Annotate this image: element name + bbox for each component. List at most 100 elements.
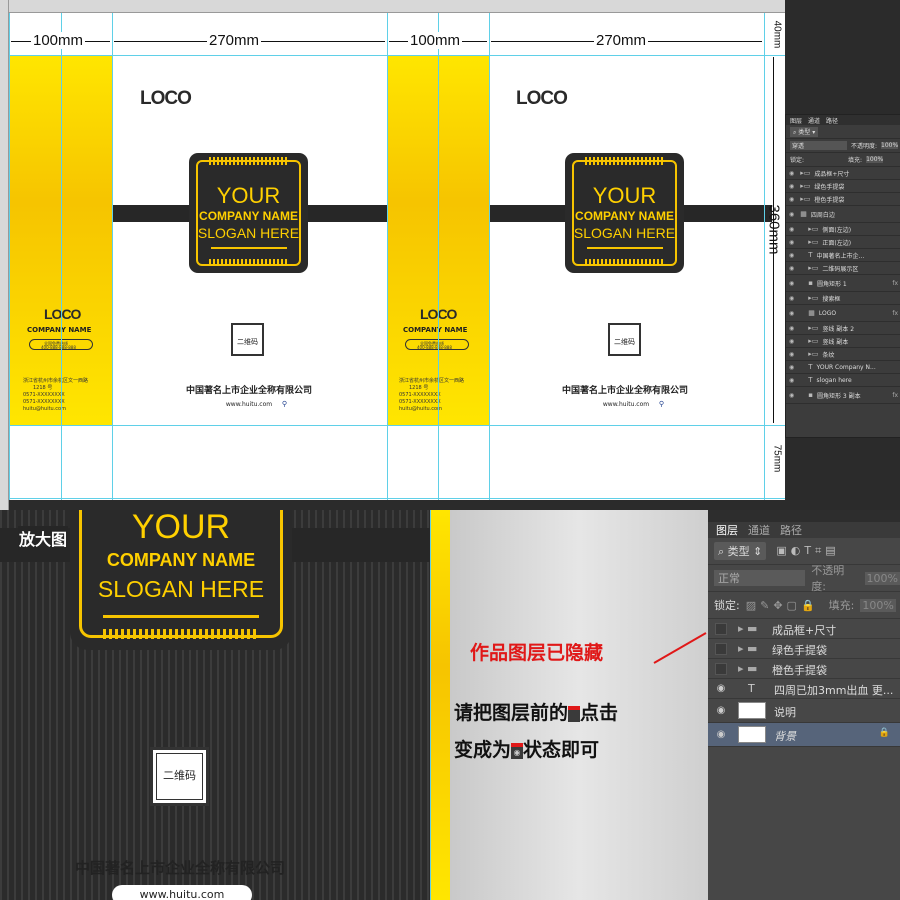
tab-channels[interactable]: 通道 — [808, 116, 820, 125]
big-fill-input[interactable]: 100% — [860, 598, 896, 612]
small-layer-row[interactable]: ◉ ▸▭ 成品框+尺寸 — [786, 167, 900, 180]
big-blend-select[interactable]: 正常 — [714, 570, 806, 586]
big-layer-row[interactable]: ▸ ▬ 橙色手提袋 — [708, 659, 900, 679]
lock-icon: 🔒 — [878, 728, 890, 738]
visibility-eye-icon[interactable]: ◉ — [789, 196, 794, 203]
visibility-eye-icon[interactable]: ◉ — [789, 280, 794, 287]
visibility-eye-icon[interactable]: ◉ — [789, 338, 794, 345]
back-company-name: 中国著名上市企业全称有限公司 — [561, 386, 688, 396]
visibility-eye-icon[interactable]: ◉ — [789, 325, 794, 332]
small-layer-row[interactable]: ◉ ▸▭ 正面(左边) — [786, 236, 900, 249]
small-layer-row[interactable]: ◉ T 中国著名上市企... — [786, 249, 900, 262]
hidden-visibility-box[interactable] — [715, 663, 727, 675]
eye-icon[interactable]: ◉ — [715, 705, 727, 717]
shape-icon: ▪ — [808, 391, 813, 399]
dim-bottom-fold: 75mm — [771, 444, 783, 473]
guide-line — [489, 13, 490, 500]
big-opacity-input[interactable]: 100% — [864, 571, 900, 585]
small-panel-tabs: 图层 通道 路径 — [786, 115, 900, 125]
fx-badge[interactable]: fx — [892, 280, 898, 287]
big-layer-row[interactable]: ▸ ▬ 绿色手提袋 — [708, 639, 900, 659]
layer-name: 搜索框 — [822, 295, 841, 303]
tab-channels[interactable]: 通道 — [748, 522, 770, 538]
front-url-bar: www.huitu.com ⚲ — [208, 399, 290, 410]
small-opacity-input[interactable]: 100% — [881, 142, 899, 149]
filter-icons[interactable]: ▣◐T⌗▤ — [776, 544, 839, 558]
tab-paths[interactable]: 路径 — [826, 116, 838, 125]
visibility-eye-icon[interactable]: ◉ — [789, 211, 794, 218]
small-fill-input[interactable]: 100% — [866, 156, 884, 163]
small-layer-row[interactable]: ◉ ▸▭ 竖线 副本 — [786, 335, 900, 348]
small-layer-row[interactable]: ◉ ▸▭ 竖线 副本 2 — [786, 322, 900, 335]
fx-badge[interactable]: fx — [892, 310, 898, 317]
visibility-eye-icon[interactable]: ◉ — [789, 265, 794, 272]
zoom-side-strip — [430, 510, 450, 900]
small-layer-row[interactable]: ◉ ▸▭ 橙色手提袋 — [786, 193, 900, 206]
note-area: 作品图层已隐藏 请把图层前的 点击 变成为 ◉ 状态即可 — [450, 510, 708, 900]
back-badge: YOUR COMPANY NAME SLOGAN HERE — [565, 153, 684, 273]
small-layer-row[interactable]: ◉ ▸▭ 侧面(左边) — [786, 223, 900, 236]
guide-line — [9, 425, 785, 426]
layer-name: 橙色手提袋 — [814, 196, 845, 204]
visibility-eye-icon[interactable]: ◉ — [789, 392, 794, 399]
small-layer-row[interactable]: ◉ T YOUR Company N... — [786, 361, 900, 374]
front-badge-line2: COMPANY NAME — [199, 209, 298, 223]
big-layer-row[interactable]: ◉ T 四周已加3mm出血 更... — [708, 679, 900, 699]
big-layer-row[interactable]: ◉ 说明 — [708, 699, 900, 723]
guide-line — [9, 498, 785, 499]
small-layer-row[interactable]: ◉ ▦ LOGO fx — [786, 305, 900, 322]
document-canvas[interactable]: LOCO YOUR COMPANY NAME SLOGAN HERE 二维码 中… — [9, 13, 785, 500]
small-layer-row[interactable]: ◉ ▪ 圆角矩形 1 fx — [786, 275, 900, 292]
big-layer-row[interactable]: ◉ 背景 🔒 — [708, 723, 900, 747]
big-filter-select[interactable]: ⌕ 类型 ⇕ — [714, 542, 767, 560]
tab-paths[interactable]: 路径 — [780, 522, 802, 538]
folder-icon: ▸▭ — [808, 264, 819, 272]
folder-icon: ▸ ▬ — [738, 622, 758, 635]
tab-layers[interactable]: 图层 — [790, 116, 802, 125]
back-badge-line2: COMPANY NAME — [575, 209, 674, 223]
small-layer-row[interactable]: ◉ ▸▭ 绿色手提袋 — [786, 180, 900, 193]
lock-icons[interactable]: ▨✎✥▢🔒 — [746, 599, 819, 612]
small-layer-row[interactable]: ◉ ▦ 四周白边 — [786, 206, 900, 223]
front-badge-line3: SLOGAN HERE — [197, 225, 300, 241]
zoom-view: YOUR COMPANY NAME SLOGAN HERE 放大图 二维码 中国… — [0, 510, 450, 900]
dim-top: 40mm — [771, 20, 783, 49]
visibility-eye-icon[interactable]: ◉ — [789, 377, 794, 384]
small-filter-select[interactable]: ⌕ 类型 ▾ — [790, 126, 819, 137]
visibility-eye-icon[interactable]: ◉ — [789, 252, 794, 259]
small-lock-row: 锁定: 填充: 100% — [786, 153, 900, 167]
eye-icon[interactable]: ◉ — [715, 729, 727, 741]
text-layer-icon: T — [748, 682, 755, 695]
visibility-eye-icon[interactable]: ◉ — [789, 239, 794, 246]
visibility-eye-icon[interactable]: ◉ — [789, 310, 794, 317]
image-thumbnail — [738, 702, 766, 719]
guide-line — [430, 510, 431, 900]
text-icon: T — [808, 376, 813, 384]
visibility-eye-icon[interactable]: ◉ — [789, 226, 794, 233]
visibility-eye-icon[interactable]: ◉ — [789, 170, 794, 177]
ruler-horizontal[interactable] — [0, 0, 785, 13]
search-icon: ⚲ — [281, 400, 287, 408]
eye-icon[interactable]: ◉ — [715, 683, 727, 695]
small-blend-select[interactable]: 穿透 — [790, 141, 847, 150]
hidden-visibility-box[interactable] — [715, 643, 727, 655]
small-layer-row[interactable]: ◉ ▸▭ 条纹 — [786, 348, 900, 361]
small-layer-row[interactable]: ◉ ▸▭ 二维码展示区 — [786, 262, 900, 275]
layer-name: 绿色手提袋 — [772, 644, 827, 657]
tab-layers[interactable]: 图层 — [716, 522, 738, 538]
visibility-eye-icon[interactable]: ◉ — [789, 295, 794, 302]
small-layer-row[interactable]: ◉ ▸▭ 搜索框 — [786, 292, 900, 305]
big-layer-row[interactable]: ▸ ▬ 成品框+尺寸 — [708, 619, 900, 639]
visibility-eye-icon[interactable]: ◉ — [789, 183, 794, 190]
visibility-eye-icon[interactable]: ◉ — [789, 351, 794, 358]
small-layer-row[interactable]: ◉ ▪ 圆角矩形 3 副本 fx — [786, 387, 900, 404]
right-side-company: COMPANY NAME — [403, 326, 468, 334]
ruler-vertical[interactable] — [0, 0, 9, 510]
text-icon: T — [808, 251, 813, 259]
small-layer-row[interactable]: ◉ Tslogan here — [786, 374, 900, 387]
left-side-contact: 浙江省杭州市余杭区文一西路 1218 号 0571-XXXXXXXX 0571-… — [23, 378, 89, 412]
visibility-eye-icon[interactable]: ◉ — [789, 364, 794, 371]
hidden-visibility-box[interactable] — [715, 623, 727, 635]
folder-icon: ▸▭ — [808, 294, 819, 302]
fx-badge[interactable]: fx — [892, 392, 898, 399]
